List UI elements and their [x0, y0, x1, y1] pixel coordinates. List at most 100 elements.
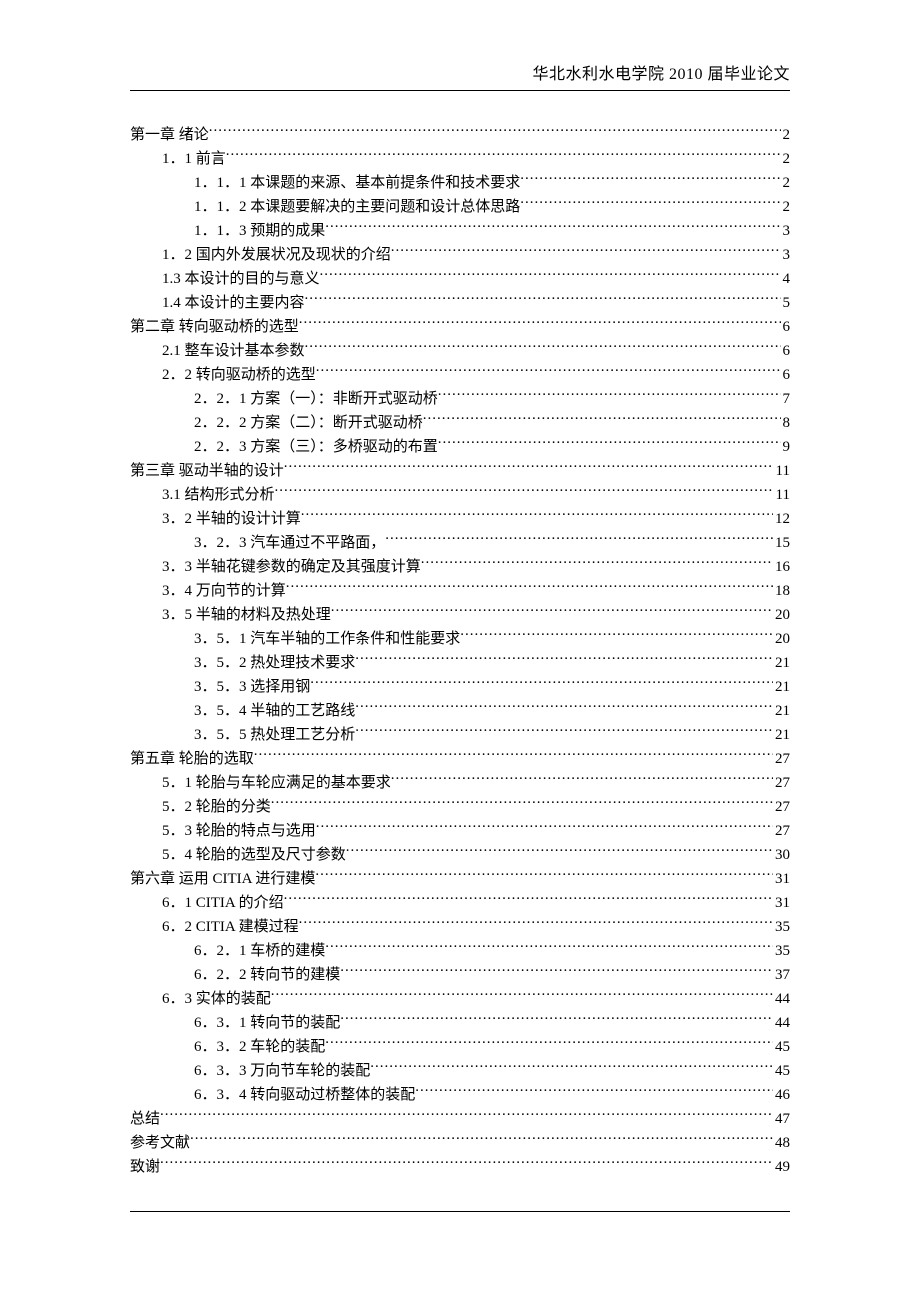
- toc-entry-label: 3．2．3 汽车通过不平路面，: [194, 531, 385, 555]
- toc-leader-dots: [415, 1084, 773, 1099]
- toc-entry-page: 11: [774, 483, 790, 507]
- toc-entry: 1．1．2 本课题要解决的主要问题和设计总体思路2: [130, 195, 790, 219]
- toc-leader-dots: [520, 172, 780, 187]
- toc-entry-label: 第六章 运用 CITIA 进行建模: [130, 867, 315, 891]
- toc-leader-dots: [423, 412, 781, 427]
- toc-entry-label: 3．2 半轴的设计计算: [162, 507, 301, 531]
- toc-entry-page: 45: [773, 1059, 790, 1083]
- toc-leader-dots: [310, 676, 773, 691]
- toc-entry-label: 1．2 国内外发展状况及现状的介绍: [162, 243, 391, 267]
- toc-entry-page: 35: [773, 939, 790, 963]
- toc-entry-label: 1.4 本设计的主要内容: [162, 291, 305, 315]
- toc-leader-dots: [301, 508, 773, 523]
- toc-entry-page: 3: [781, 219, 791, 243]
- toc-entry-page: 9: [781, 435, 791, 459]
- toc-leader-dots: [391, 772, 773, 787]
- toc-entry-label: 5．1 轮胎与车轮应满足的基本要求: [162, 771, 391, 795]
- toc-entry-page: 47: [773, 1107, 790, 1131]
- toc-entry: 6．3．4 转向驱动过桥整体的装配46: [130, 1083, 790, 1107]
- toc-entry: 5．2 轮胎的分类 27: [130, 795, 790, 819]
- toc-entry: 3．2 半轴的设计计算 12: [130, 507, 790, 531]
- toc-entry: 3．2．3 汽车通过不平路面，15: [130, 531, 790, 555]
- toc-entry-page: 8: [781, 411, 791, 435]
- toc-entry-page: 20: [773, 603, 790, 627]
- toc-leader-dots: [271, 988, 773, 1003]
- toc-entry-page: 6: [781, 339, 791, 363]
- toc-entry: 5．4 轮胎的选型及尺寸参数30: [130, 843, 790, 867]
- toc-entry-label: 2．2 转向驱动桥的选型: [162, 363, 316, 387]
- toc-entry: 1．1．1 本课题的来源、基本前提条件和技术要求 2: [130, 171, 790, 195]
- page-header: 华北水利水电学院 2010 届毕业论文: [130, 60, 790, 91]
- toc-entry-label: 第二章 转向驱动桥的选型: [130, 315, 299, 339]
- toc-entry: 第二章 转向驱动桥的选型 6: [130, 315, 790, 339]
- toc-entry-page: 27: [773, 795, 790, 819]
- toc-leader-dots: [460, 628, 773, 643]
- toc-entry: 第一章 绪论 2: [130, 123, 790, 147]
- toc-entry-page: 4: [781, 267, 791, 291]
- toc-entry-page: 7: [781, 387, 791, 411]
- toc-leader-dots: [315, 868, 773, 883]
- toc-entry-label: 5．2 轮胎的分类: [162, 795, 271, 819]
- toc-leader-dots: [438, 388, 781, 403]
- toc-leader-dots: [275, 484, 774, 499]
- toc-entry-label: 1．1 前言: [162, 147, 226, 171]
- toc-entry: 3．5．4 半轴的工艺路线21: [130, 699, 790, 723]
- toc-entry-label: 3．5．1 汽车半轴的工作条件和性能要求: [194, 627, 460, 651]
- toc-entry-page: 46: [773, 1083, 790, 1107]
- toc-entry-page: 37: [773, 963, 790, 987]
- toc-entry-label: 3．3 半轴花键参数的确定及其强度计算: [162, 555, 421, 579]
- toc-entry: 第五章 轮胎的选取27: [130, 747, 790, 771]
- toc-leader-dots: [340, 1012, 773, 1027]
- toc-entry: 2．2．1 方案（一）：非断开式驱动桥7: [130, 387, 790, 411]
- toc-leader-dots: [346, 844, 773, 859]
- toc-entry-page: 44: [773, 1011, 790, 1035]
- toc-leader-dots: [370, 1060, 773, 1075]
- toc-entry-label: 1．1．1 本课题的来源、基本前提条件和技术要求: [194, 171, 520, 195]
- toc-entry: 1．2 国内外发展状况及现状的介绍3: [130, 243, 790, 267]
- toc-entry: 致谢49: [130, 1155, 790, 1179]
- toc-entry: 6．3．1 转向节的装配 44: [130, 1011, 790, 1035]
- toc-entry: 2．2 转向驱动桥的选型 6: [130, 363, 790, 387]
- toc-leader-dots: [355, 700, 773, 715]
- toc-leader-dots: [271, 796, 773, 811]
- toc-entry-label: 6．3．3 万向节车轮的装配: [194, 1059, 370, 1083]
- toc-entry: 3.1 结构形式分析11: [130, 483, 790, 507]
- toc-entry-label: 3．5．4 半轴的工艺路线: [194, 699, 355, 723]
- toc-entry-label: 参考文献: [130, 1131, 190, 1155]
- toc-entry-page: 11: [774, 459, 790, 483]
- toc-entry-label: 第一章 绪论: [130, 123, 209, 147]
- toc-leader-dots: [209, 124, 781, 139]
- toc-entry-page: 6: [781, 315, 791, 339]
- toc-entry-page: 12: [773, 507, 790, 531]
- toc-entry-page: 2: [781, 123, 791, 147]
- toc-entry: 6．2 CITIA 建模过程35: [130, 915, 790, 939]
- toc-entry-page: 5: [781, 291, 791, 315]
- toc-leader-dots: [299, 316, 781, 331]
- toc-entry: 3．5．2 热处理技术要求21: [130, 651, 790, 675]
- toc-leader-dots: [355, 724, 773, 739]
- toc-leader-dots: [385, 532, 773, 547]
- toc-entry-page: 6: [781, 363, 791, 387]
- toc-leader-dots: [340, 964, 773, 979]
- toc-entry-label: 6．2．1 车桥的建模: [194, 939, 325, 963]
- toc-entry: 总结 47: [130, 1107, 790, 1131]
- toc-entry-page: 35: [773, 915, 790, 939]
- toc-leader-dots: [226, 148, 781, 163]
- toc-entry-label: 6．3 实体的装配: [162, 987, 271, 1011]
- toc-entry-page: 20: [773, 627, 790, 651]
- toc-entry-label: 6．3．1 转向节的装配: [194, 1011, 340, 1035]
- toc-leader-dots: [391, 244, 781, 259]
- toc-leader-dots: [284, 460, 774, 475]
- toc-leader-dots: [331, 604, 773, 619]
- toc-entry-page: 30: [773, 843, 790, 867]
- toc-entry-page: 2: [781, 171, 791, 195]
- toc-entry: 6．1 CITIA 的介绍31: [130, 891, 790, 915]
- toc-entry-label: 2.1 整车设计基本参数: [162, 339, 305, 363]
- toc-leader-dots: [320, 268, 781, 283]
- toc-entry: 3．5 半轴的材料及热处理20: [130, 603, 790, 627]
- toc-entry-label: 总结: [130, 1107, 160, 1131]
- toc-entry: 1.4 本设计的主要内容 5: [130, 291, 790, 315]
- toc-entry-label: 第三章 驱动半轴的设计: [130, 459, 284, 483]
- toc-entry-label: 1.3 本设计的目的与意义: [162, 267, 320, 291]
- toc-entry: 1.3 本设计的目的与意义 4: [130, 267, 790, 291]
